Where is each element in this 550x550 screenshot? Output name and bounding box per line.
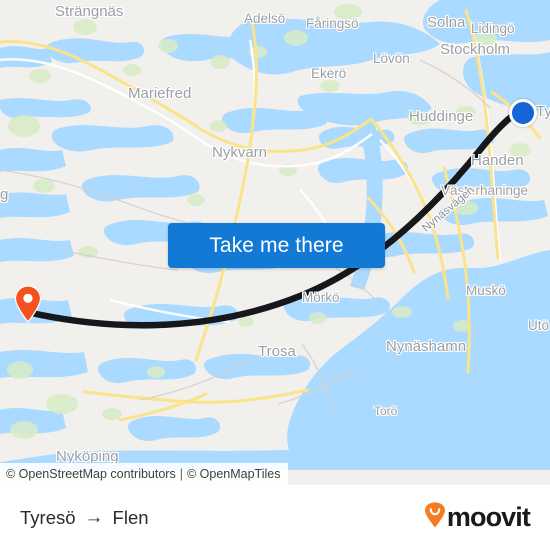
destination-marker-flen[interactable] xyxy=(14,285,42,323)
openmaptiles-attribution-link[interactable]: © OpenMapTiles xyxy=(187,467,281,481)
moovit-brand-logo[interactable]: moovit xyxy=(424,502,531,533)
arrow-right-icon: → xyxy=(84,507,104,528)
map-canvas[interactable]: Strängnäs Adelsö Fåringsö Solna Lidingö Stock… xyxy=(0,0,550,485)
map-attribution-bar: © OpenStreetMap contributors | © OpenMap… xyxy=(0,463,289,485)
moovit-pin-icon xyxy=(424,502,446,533)
route-destination-label: Flen xyxy=(112,506,149,528)
moovit-wordmark: moovit xyxy=(446,502,531,532)
route-origin-label: Tyresö xyxy=(20,506,76,528)
take-me-there-button[interactable]: Take me there xyxy=(168,223,385,268)
moovit-route-screenshot: Strängnäs Adelsö Fåringsö Solna Lidingö Stock… xyxy=(0,0,550,550)
footer-bar: Tyresö → Flen moovit xyxy=(0,485,550,550)
osm-attribution-link[interactable]: © OpenStreetMap contributors xyxy=(6,467,176,481)
attribution-separator: | xyxy=(179,467,183,481)
origin-marker-tyreso[interactable] xyxy=(509,99,537,127)
route-summary: Tyresö → Flen xyxy=(20,507,149,529)
